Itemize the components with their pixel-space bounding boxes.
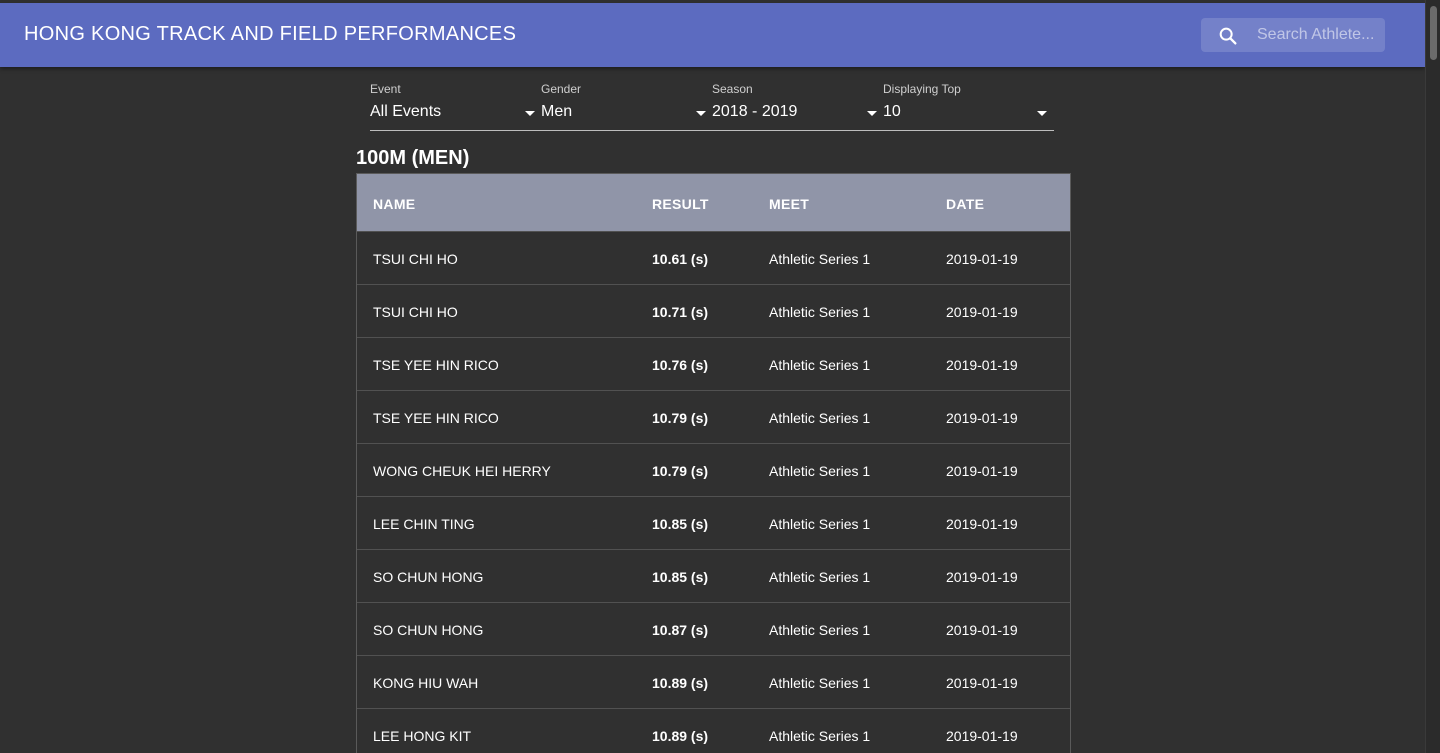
- meet-name: Athletic Series 1: [769, 675, 871, 691]
- meet-name: Athletic Series 1: [769, 463, 871, 479]
- column-header-date[interactable]: DATE: [946, 196, 984, 212]
- search-icon: [1219, 27, 1237, 45]
- table-row[interactable]: LEE HONG KIT 10.89 (s) Athletic Series 1…: [357, 708, 1070, 753]
- meet-date: 2019-01-19: [946, 622, 1018, 638]
- meet-name: Athletic Series 1: [769, 569, 871, 585]
- gender-select-label: Gender: [541, 82, 582, 96]
- table-row[interactable]: SO CHUN HONG 10.87 (s) Athletic Series 1…: [357, 602, 1070, 655]
- table-row[interactable]: TSUI CHI HO 10.71 (s) Athletic Series 1 …: [357, 284, 1070, 337]
- arrow-drop-down-icon: [696, 111, 706, 116]
- result-value: 10.71 (s): [652, 304, 709, 320]
- column-header-result[interactable]: RESULT: [652, 196, 709, 212]
- app-bar: HONG KONG TRACK AND FIELD PERFORMANCES: [0, 3, 1425, 67]
- result-value: 10.79 (s): [652, 463, 709, 479]
- meet-name: Athletic Series 1: [769, 251, 871, 267]
- meet-date: 2019-01-19: [946, 410, 1018, 426]
- meet-date: 2019-01-19: [946, 675, 1018, 691]
- meet-date: 2019-01-19: [946, 357, 1018, 373]
- gender-select[interactable]: Gender Men: [541, 80, 708, 128]
- table-row[interactable]: TSE YEE HIN RICO 10.76 (s) Athletic Seri…: [357, 337, 1070, 390]
- search-box[interactable]: [1201, 18, 1387, 52]
- athlete-name: LEE CHIN TING: [373, 516, 475, 532]
- athlete-name: TSE YEE HIN RICO: [373, 357, 499, 373]
- meet-name: Athletic Series 1: [769, 516, 871, 532]
- display-top-select-label: Displaying Top: [883, 82, 961, 96]
- meet-date: 2019-01-19: [946, 251, 1018, 267]
- meet-date: 2019-01-19: [946, 728, 1018, 744]
- result-value: 10.89 (s): [652, 675, 709, 691]
- app-title: HONG KONG TRACK AND FIELD PERFORMANCES: [24, 23, 517, 45]
- meet-name: Athletic Series 1: [769, 622, 871, 638]
- table-row[interactable]: TSUI CHI HO 10.61 (s) Athletic Series 1 …: [357, 231, 1070, 284]
- season-select[interactable]: Season 2018 - 2019: [712, 80, 879, 128]
- meet-name: Athletic Series 1: [769, 304, 871, 320]
- meet-date: 2019-01-19: [946, 569, 1018, 585]
- table-row[interactable]: TSE YEE HIN RICO 10.79 (s) Athletic Seri…: [357, 390, 1070, 443]
- season-select-label: Season: [712, 82, 753, 96]
- table-row[interactable]: SO CHUN HONG 10.85 (s) Athletic Series 1…: [357, 549, 1070, 602]
- athlete-name: KONG HIU WAH: [373, 675, 479, 691]
- table-row[interactable]: LEE CHIN TING 10.85 (s) Athletic Series …: [357, 496, 1070, 549]
- athlete-name: WONG CHEUK HEI HERRY: [373, 463, 551, 479]
- result-value: 10.89 (s): [652, 728, 709, 744]
- filter-bar: Event All Events Gender Men Season 2018 …: [370, 80, 1054, 131]
- search-input[interactable]: [1251, 18, 1387, 52]
- result-value: 10.61 (s): [652, 251, 709, 267]
- meet-name: Athletic Series 1: [769, 728, 871, 744]
- table-row[interactable]: WONG CHEUK HEI HERRY 10.79 (s) Athletic …: [357, 443, 1070, 496]
- section-title: 100M (MEN): [356, 147, 470, 169]
- event-select[interactable]: Event All Events: [370, 80, 537, 128]
- page-scrollbar[interactable]: [1425, 0, 1440, 753]
- table-header: NAME RESULT MEET DATE: [357, 174, 1070, 231]
- event-select-label: Event: [370, 82, 401, 96]
- result-value: 10.79 (s): [652, 410, 709, 426]
- scrollbar-thumb[interactable]: [1430, 6, 1437, 60]
- arrow-drop-down-icon: [1037, 111, 1047, 116]
- athlete-name: TSUI CHI HO: [373, 304, 458, 320]
- column-header-meet[interactable]: MEET: [769, 196, 809, 212]
- app-window: HONG KONG TRACK AND FIELD PERFORMANCES E…: [0, 0, 1440, 753]
- arrow-drop-down-icon: [867, 111, 877, 116]
- athlete-name: TSE YEE HIN RICO: [373, 410, 499, 426]
- result-value: 10.87 (s): [652, 622, 709, 638]
- athlete-name: LEE HONG KIT: [373, 728, 472, 744]
- gender-select-value: Men: [541, 103, 573, 120]
- display-top-select-value: 10: [883, 103, 901, 120]
- athlete-name: SO CHUN HONG: [373, 569, 484, 585]
- arrow-drop-down-icon: [525, 111, 535, 116]
- result-value: 10.85 (s): [652, 569, 709, 585]
- event-select-value: All Events: [370, 103, 442, 120]
- season-select-value: 2018 - 2019: [712, 103, 798, 120]
- results-table: NAME RESULT MEET DATE TSUI CHI HO 10.61 …: [356, 173, 1071, 753]
- athlete-name: TSUI CHI HO: [373, 251, 458, 267]
- meet-date: 2019-01-19: [946, 304, 1018, 320]
- table-row[interactable]: KONG HIU WAH 10.89 (s) Athletic Series 1…: [357, 655, 1070, 708]
- column-header-name[interactable]: NAME: [373, 196, 415, 212]
- athlete-name: SO CHUN HONG: [373, 622, 484, 638]
- result-value: 10.76 (s): [652, 357, 709, 373]
- display-top-select[interactable]: Displaying Top 10: [883, 80, 1054, 128]
- result-value: 10.85 (s): [652, 516, 709, 532]
- meet-name: Athletic Series 1: [769, 410, 871, 426]
- meet-name: Athletic Series 1: [769, 357, 871, 373]
- meet-date: 2019-01-19: [946, 516, 1018, 532]
- meet-date: 2019-01-19: [946, 463, 1018, 479]
